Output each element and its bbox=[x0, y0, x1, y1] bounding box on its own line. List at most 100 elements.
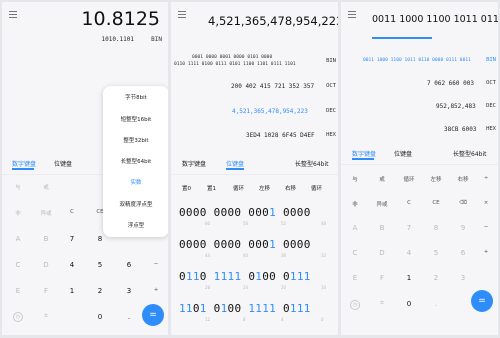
menu-icon[interactable] bbox=[9, 11, 17, 18]
key-clear[interactable]: C bbox=[399, 200, 419, 206]
op-rotate-right[interactable]: 循环 bbox=[311, 184, 322, 192]
oct-label[interactable]: OCT bbox=[486, 80, 496, 86]
option-float[interactable]: 浮点型 bbox=[103, 221, 168, 229]
op-shift-left[interactable]: 左移 bbox=[259, 184, 270, 192]
key-plus[interactable]: + bbox=[477, 249, 495, 255]
key-C[interactable]: C bbox=[8, 261, 28, 269]
key-2[interactable]: 2 bbox=[90, 287, 110, 295]
key-minus[interactable]: − bbox=[477, 224, 495, 230]
key-8[interactable]: 8 bbox=[426, 224, 446, 232]
key-3[interactable]: 3 bbox=[453, 274, 473, 282]
key-0[interactable]: 0 bbox=[399, 300, 419, 308]
bit-row-31-16[interactable]: 0110 1111 0100 0111 bbox=[179, 270, 311, 283]
tab-bit-keypad[interactable]: 位键盘 bbox=[394, 149, 412, 158]
key-shift-left[interactable]: 左移 bbox=[426, 175, 446, 183]
key-shift-right[interactable]: 右移 bbox=[453, 175, 473, 183]
key-clear-entry[interactable]: CE bbox=[426, 200, 446, 206]
option-int[interactable]: 整型32bit bbox=[103, 136, 168, 144]
option-long[interactable]: 长整型64bit bbox=[103, 157, 168, 165]
key-not[interactable]: 非 bbox=[8, 209, 28, 217]
option-byte[interactable]: 字节8bit bbox=[103, 93, 168, 101]
key-C[interactable]: C bbox=[345, 249, 365, 257]
key-rotate[interactable]: 循环 bbox=[399, 175, 419, 183]
key-4[interactable]: 4 bbox=[399, 249, 419, 257]
key-multiply[interactable]: × bbox=[477, 200, 495, 206]
hex-label[interactable]: HEX bbox=[486, 126, 496, 132]
equals-button[interactable]: = bbox=[471, 290, 493, 312]
key-E[interactable]: E bbox=[8, 287, 28, 295]
history-icon[interactable]: ◷ bbox=[350, 300, 360, 310]
option-real[interactable]: 实数 bbox=[103, 178, 168, 186]
key-and[interactable]: 与 bbox=[345, 175, 365, 183]
key-4[interactable]: 4 bbox=[62, 261, 82, 269]
bit-row-15-0[interactable]: 1101 0100 1111 0111 bbox=[179, 302, 311, 315]
key-3[interactable]: 3 bbox=[119, 287, 139, 295]
key-not[interactable]: 非 bbox=[345, 200, 365, 208]
word-size-selector[interactable]: 长整型64bit bbox=[295, 159, 328, 168]
key-D[interactable]: D bbox=[36, 261, 56, 269]
key-0[interactable]: 0 bbox=[90, 313, 110, 321]
key-6[interactable]: 6 bbox=[453, 249, 473, 257]
key-minus[interactable]: − bbox=[148, 261, 164, 267]
key-or[interactable]: 或 bbox=[36, 183, 56, 191]
key-plus[interactable]: + bbox=[148, 287, 164, 293]
history-icon[interactable]: ◷ bbox=[13, 312, 23, 322]
key-xor[interactable]: 异或 bbox=[372, 200, 392, 208]
option-double[interactable]: 双精度浮点型 bbox=[103, 200, 168, 208]
key-plus-minus[interactable]: ± bbox=[372, 300, 392, 306]
op-set-zero[interactable]: 置0 bbox=[182, 184, 191, 192]
key-A[interactable]: A bbox=[345, 224, 365, 232]
display-value: 10.8125 bbox=[81, 8, 160, 30]
bit-row-63-48[interactable]: 0000 0000 0001 0000 bbox=[179, 206, 311, 219]
hex-value: 38CB 6003 bbox=[444, 126, 477, 133]
equals-button[interactable]: = bbox=[142, 304, 164, 326]
key-decimal[interactable]: . bbox=[119, 313, 139, 321]
key-divide[interactable]: ÷ bbox=[477, 175, 495, 181]
key-1[interactable]: 1 bbox=[62, 287, 82, 295]
key-B[interactable]: B bbox=[372, 224, 392, 232]
key-5[interactable]: 5 bbox=[426, 249, 446, 257]
key-1[interactable]: 1 bbox=[399, 274, 419, 282]
op-rotate[interactable]: 循环 bbox=[233, 184, 244, 192]
hex-label[interactable]: HEX bbox=[326, 132, 336, 138]
bit-index: 36 bbox=[281, 253, 287, 258]
dec-label[interactable]: DEC bbox=[486, 103, 496, 109]
backspace-icon[interactable]: ⌫ bbox=[453, 200, 473, 206]
key-A[interactable]: A bbox=[8, 235, 28, 243]
word-size-selector[interactable]: 长整型64bit bbox=[453, 149, 486, 158]
tab-numeric-keypad[interactable]: 数字键盘 bbox=[352, 149, 376, 158]
key-clear[interactable]: C bbox=[62, 209, 82, 215]
key-E[interactable]: E bbox=[345, 274, 365, 282]
tab-numeric-keypad[interactable]: 数字键盘 bbox=[182, 159, 206, 168]
key-decimal[interactable]: . bbox=[426, 300, 446, 308]
key-xor[interactable]: 异或 bbox=[36, 209, 56, 217]
key-F[interactable]: F bbox=[372, 274, 392, 282]
key-and[interactable]: 与 bbox=[8, 183, 28, 191]
dec-label[interactable]: DEC bbox=[326, 108, 336, 114]
key-9[interactable]: 9 bbox=[453, 224, 473, 232]
key-6[interactable]: 6 bbox=[119, 261, 139, 269]
menu-icon[interactable] bbox=[178, 11, 186, 18]
key-plus-minus[interactable]: ± bbox=[36, 313, 56, 319]
bin-label[interactable]: BIN bbox=[486, 57, 496, 63]
key-7[interactable]: 7 bbox=[399, 224, 419, 232]
bin-label[interactable]: BIN bbox=[326, 58, 336, 64]
key-B[interactable]: B bbox=[36, 235, 56, 243]
key-or[interactable]: 或 bbox=[372, 175, 392, 183]
key-F[interactable]: F bbox=[36, 287, 56, 295]
tab-bit-keypad[interactable]: 位键盘 bbox=[54, 159, 72, 168]
option-short[interactable]: 短整型16bit bbox=[103, 115, 168, 123]
op-shift-right[interactable]: 右移 bbox=[285, 184, 296, 192]
tab-numeric-keypad[interactable]: 数字键盘 bbox=[12, 159, 36, 168]
bin-label[interactable]: BIN bbox=[151, 36, 162, 43]
key-5[interactable]: 5 bbox=[90, 261, 110, 269]
menu-icon[interactable] bbox=[348, 11, 356, 18]
oct-label[interactable]: OCT bbox=[326, 83, 336, 89]
tab-bit-keypad[interactable]: 位键盘 bbox=[226, 159, 244, 168]
bit-row-47-32[interactable]: 0000 0000 0001 0000 bbox=[179, 238, 311, 251]
key-7[interactable]: 7 bbox=[62, 235, 82, 243]
key-D[interactable]: D bbox=[372, 249, 392, 257]
divider bbox=[171, 174, 338, 175]
op-set-one[interactable]: 置1 bbox=[207, 184, 216, 192]
key-2[interactable]: 2 bbox=[426, 274, 446, 282]
